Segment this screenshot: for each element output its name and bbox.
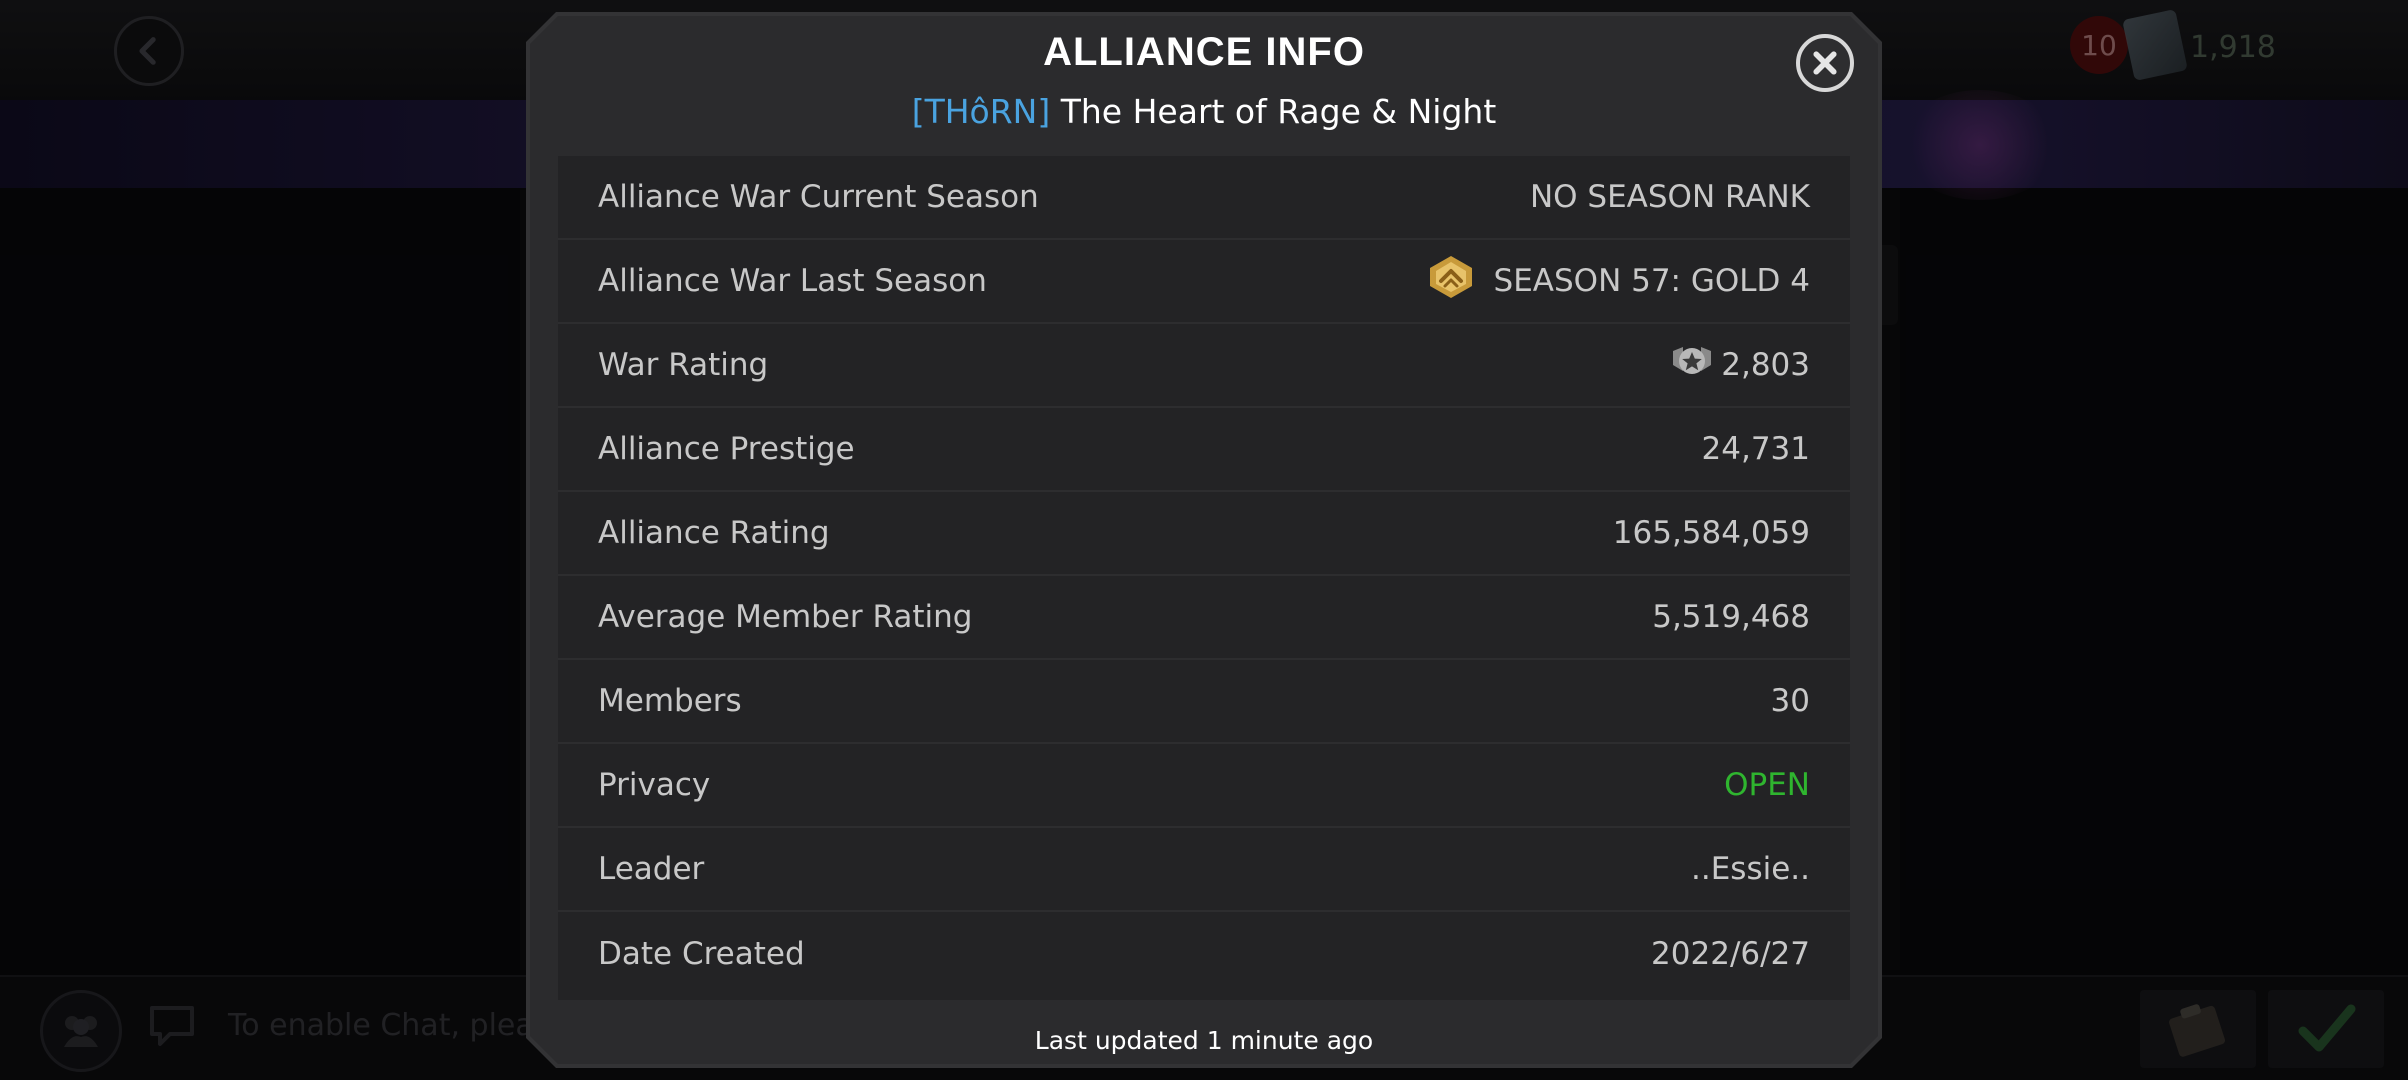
row-value: 2022/6/27 [1651, 936, 1810, 972]
alliance-tag: [THôRN] [911, 92, 1051, 131]
row-label: Alliance War Last Season [598, 263, 987, 299]
info-row-alliance-rating: Alliance Rating 165,584,059 [558, 492, 1850, 576]
info-row-date-created: Date Created 2022/6/27 [558, 912, 1850, 996]
leader-name[interactable]: ..Essie.. [1691, 851, 1810, 887]
row-label: Privacy [598, 767, 711, 803]
row-label: Average Member Rating [598, 599, 973, 635]
info-row-alliance-prestige: Alliance Prestige 24,731 [558, 408, 1850, 492]
row-value: SEASON 57: GOLD 4 [1493, 263, 1810, 299]
row-value: 30 [1770, 683, 1810, 719]
row-label: Leader [598, 851, 705, 887]
alliance-info-table: Alliance War Current Season NO SEASON RA… [558, 156, 1850, 1000]
privacy-status: OPEN [1724, 767, 1810, 803]
row-value: 165,584,059 [1612, 515, 1810, 551]
row-value: 24,731 [1701, 431, 1810, 467]
war-rating-icon [1669, 341, 1715, 389]
close-button[interactable] [1796, 34, 1854, 92]
info-row-privacy: Privacy OPEN [558, 744, 1850, 828]
info-row-leader: Leader ..Essie.. [558, 828, 1850, 912]
game-screen: 10 1,918 To enable Chat, pleas ALLIANCE [0, 0, 2408, 1080]
last-updated-text: Last updated 1 minute ago [1034, 1026, 1374, 1055]
info-row-members: Members 30 [558, 660, 1850, 744]
row-label: Date Created [598, 936, 805, 972]
modal-title: ALLIANCE INFO [1043, 30, 1365, 74]
gold-season-badge-icon [1426, 254, 1476, 308]
row-value-wrap: SEASON 57: GOLD 4 [1426, 254, 1810, 308]
info-row-war-rating: War Rating 2,803 [558, 324, 1850, 408]
row-value-wrap: 2,803 [1669, 341, 1810, 389]
row-label: Alliance Prestige [598, 431, 855, 467]
row-label: Alliance Rating [598, 515, 830, 551]
info-row-average-member-rating: Average Member Rating 5,519,468 [558, 576, 1850, 660]
row-label: Members [598, 683, 742, 719]
info-row-war-current-season: Alliance War Current Season NO SEASON RA… [558, 156, 1850, 240]
row-value: NO SEASON RANK [1529, 179, 1810, 215]
close-icon [1813, 51, 1837, 75]
row-label: Alliance War Current Season [598, 179, 1039, 215]
row-value: 2,803 [1721, 347, 1810, 383]
row-value: 5,519,468 [1652, 599, 1810, 635]
alliance-name-line: [THôRN] The Heart of Rage & Night [526, 92, 1882, 131]
alliance-name: The Heart of Rage & Night [1060, 92, 1497, 131]
row-label: War Rating [598, 347, 769, 383]
info-row-war-last-season: Alliance War Last Season SEASON 57: GOLD… [558, 240, 1850, 324]
